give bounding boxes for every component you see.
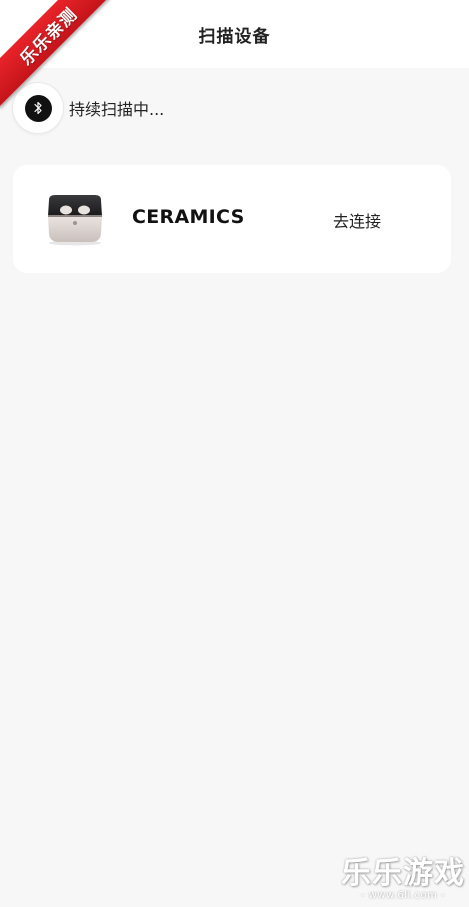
bluetooth-icon xyxy=(24,94,52,122)
bottom-watermark: 乐乐游戏 - www.6ll.com - xyxy=(341,856,465,902)
page-title: 扫描设备 xyxy=(198,26,271,47)
earbuds-case-icon xyxy=(45,194,105,246)
scan-status: 持续扫描中... xyxy=(13,83,164,133)
scan-status-label: 持续扫描中... xyxy=(69,100,165,119)
connect-button[interactable]: 去连接 xyxy=(333,208,381,232)
device-name: CERAMICS xyxy=(132,206,245,228)
device-card[interactable]: CERAMICS 去连接 xyxy=(13,165,451,273)
watermark-logo-text: 乐乐游戏 xyxy=(341,856,465,891)
bluetooth-scan-indicator xyxy=(13,83,63,133)
screen: 扫描设备 乐乐亲测 持续扫描中... CERAMICS 去连接 乐乐游戏 - w… xyxy=(0,0,469,907)
watermark-url: - www.6ll.com - xyxy=(360,890,446,901)
